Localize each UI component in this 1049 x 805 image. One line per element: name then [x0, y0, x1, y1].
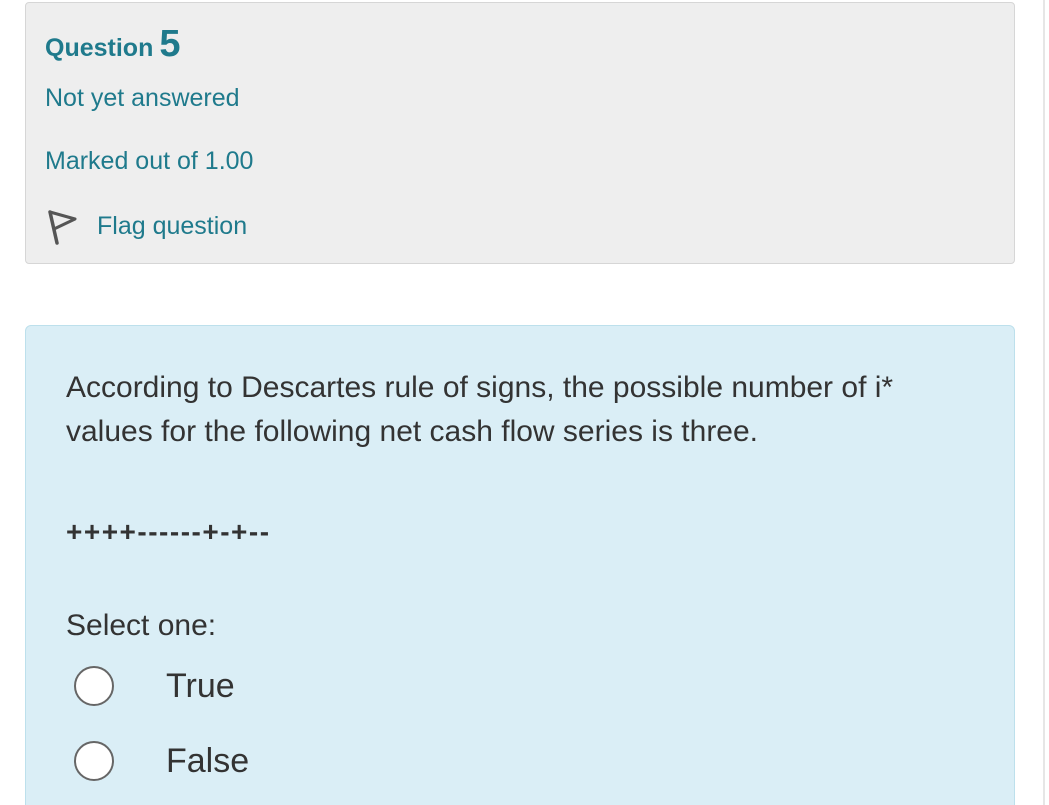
question-content-panel: According to Descartes rule of signs, th…	[25, 325, 1015, 805]
question-text: According to Descartes rule of signs, th…	[66, 371, 894, 448]
quiz-page: Question 5 Not yet answered Marked out of…	[0, 0, 1049, 805]
question-grade: Marked out of 1.00	[45, 147, 254, 175]
question-info-panel: Question 5 Not yet answered Marked out of…	[25, 2, 1015, 264]
flag-outline-icon	[45, 206, 79, 246]
question-state: Not yet answered	[45, 84, 240, 112]
answer-label-false: False	[166, 741, 250, 780]
radio-false[interactable]	[74, 741, 114, 781]
question-number: 5	[159, 23, 181, 65]
cash-flow-sign-series: ++++------+-+--	[66, 516, 271, 547]
page-edge-divider	[1043, 0, 1045, 805]
answer-option-false[interactable]: False	[74, 741, 249, 781]
answer-option-true[interactable]: True	[74, 666, 235, 706]
radio-true[interactable]	[74, 666, 114, 706]
question-heading: Question 5	[45, 23, 180, 66]
select-one-prompt: Select one:	[66, 609, 217, 642]
flag-question-label: Flag question	[97, 211, 248, 240]
question-word: Question	[45, 34, 154, 62]
answer-label-true: True	[166, 666, 235, 705]
flag-question-link[interactable]: Flag question	[45, 203, 247, 249]
